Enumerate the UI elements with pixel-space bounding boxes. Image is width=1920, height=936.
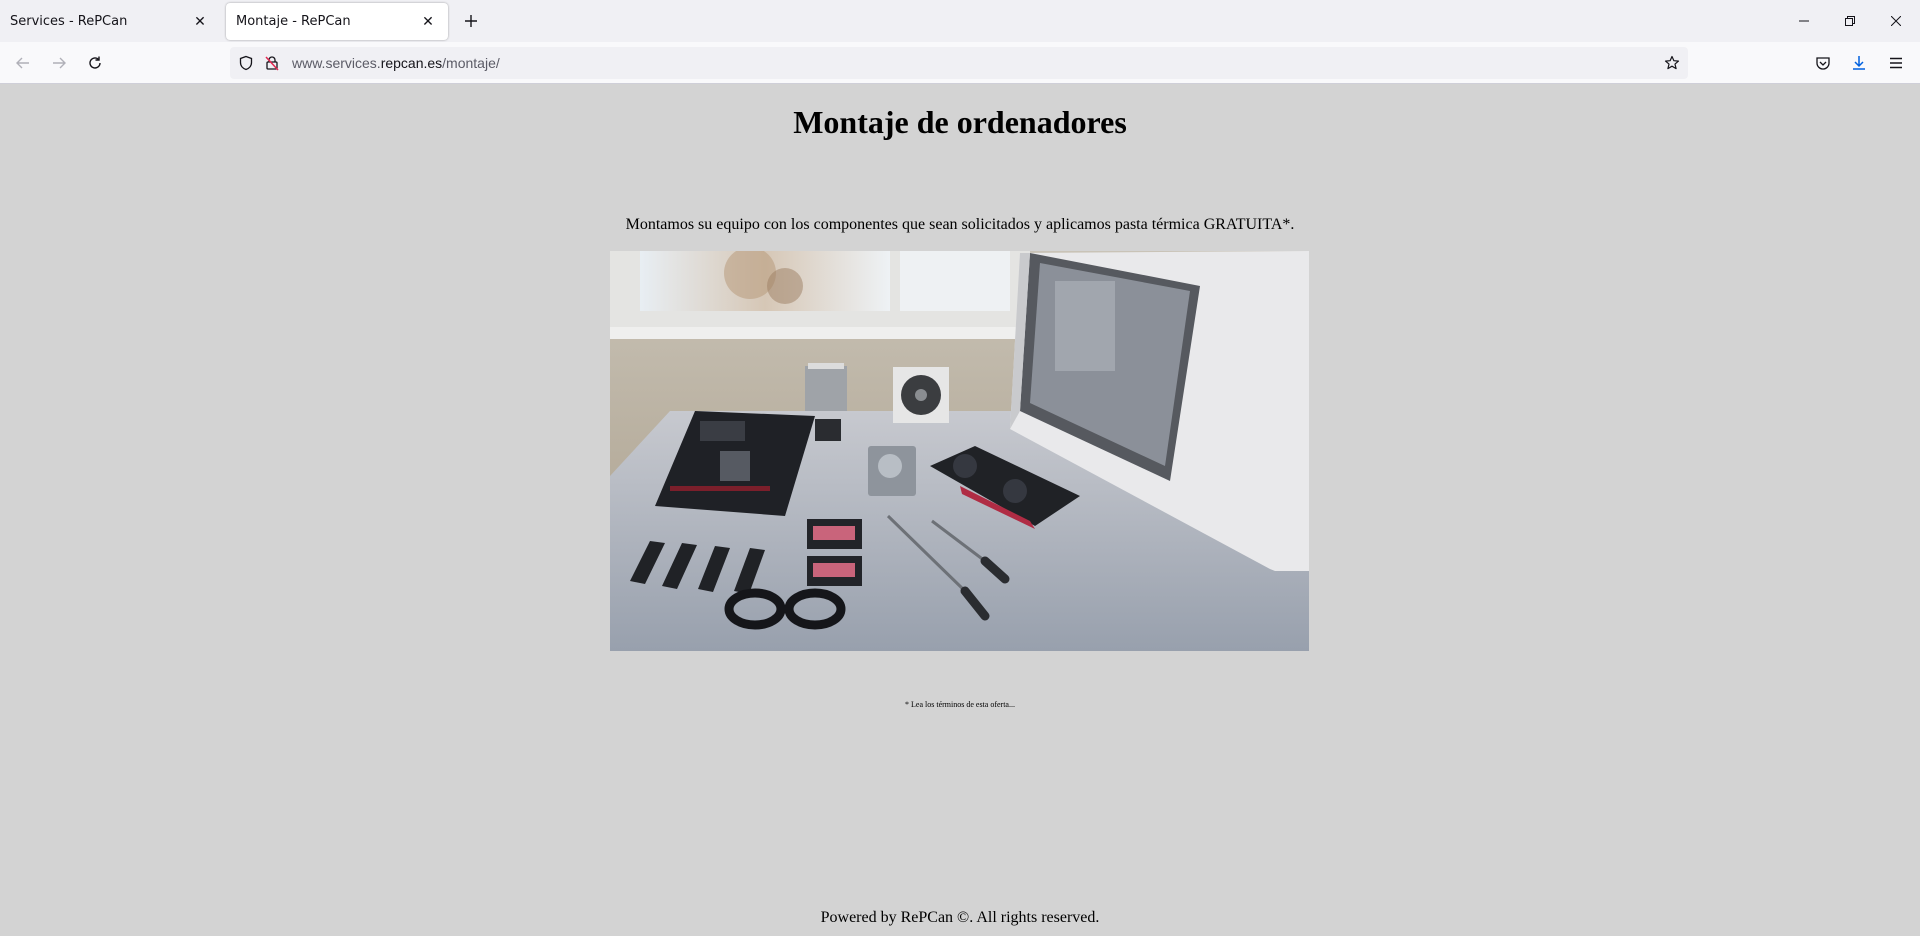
plus-icon: [465, 15, 477, 27]
page-description: Montamos su equipo con los componentes q…: [625, 216, 1295, 233]
arrow-left-icon: [16, 57, 29, 69]
new-tab-button[interactable]: [459, 9, 483, 33]
page-content: Montaje de ordenadores Montamos su equip…: [0, 84, 1920, 936]
tab-title: Services - RePCan: [10, 14, 128, 29]
navigation-bar: www.services.repcan.es/montaje/: [0, 42, 1920, 84]
page-footer: Powered by RePCan ©. All rights reserved…: [820, 909, 1100, 926]
close-icon: [1891, 16, 1901, 26]
tab-services[interactable]: Services - RePCan ✕: [0, 3, 220, 40]
shield-icon[interactable]: [238, 55, 254, 75]
menu-button[interactable]: [1882, 49, 1910, 77]
minimize-icon: [1799, 20, 1809, 22]
pc-components-photo: [610, 251, 1309, 651]
reload-button[interactable]: [81, 49, 109, 77]
minimize-button[interactable]: [1781, 0, 1827, 42]
star-icon[interactable]: [1664, 55, 1680, 75]
close-window-button[interactable]: [1873, 0, 1919, 42]
hamburger-icon: [1890, 57, 1902, 69]
back-button[interactable]: [9, 49, 37, 77]
arrow-right-icon: [53, 57, 66, 69]
forward-button[interactable]: [45, 49, 73, 77]
url-domain: repcan.es: [380, 55, 443, 71]
download-icon: [1853, 56, 1865, 70]
url-prefix: www.services.: [292, 55, 381, 71]
lock-strikethrough-icon[interactable]: [264, 55, 280, 75]
reload-icon: [89, 56, 101, 69]
downloads-button[interactable]: [1845, 49, 1873, 77]
restore-icon: [1845, 16, 1855, 26]
pocket-icon: [1816, 57, 1830, 70]
close-icon[interactable]: ✕: [190, 12, 210, 32]
url-text[interactable]: www.services.repcan.es/montaje/: [292, 47, 500, 79]
tab-title: Montaje - RePCan: [236, 14, 351, 29]
page-title: Montaje de ordenadores: [793, 104, 1127, 140]
url-bar[interactable]: www.services.repcan.es/montaje/: [230, 47, 1688, 79]
tab-montaje[interactable]: Montaje - RePCan ✕: [226, 3, 448, 40]
pocket-button[interactable]: [1809, 49, 1837, 77]
tab-strip: Services - RePCan ✕ Montaje - RePCan ✕: [0, 0, 1920, 42]
restore-button[interactable]: [1827, 0, 1873, 42]
url-path: /montaje/: [442, 55, 500, 71]
close-icon[interactable]: ✕: [418, 12, 438, 32]
offer-terms-note: * Lea los términos de esta oferta...: [905, 700, 1015, 709]
